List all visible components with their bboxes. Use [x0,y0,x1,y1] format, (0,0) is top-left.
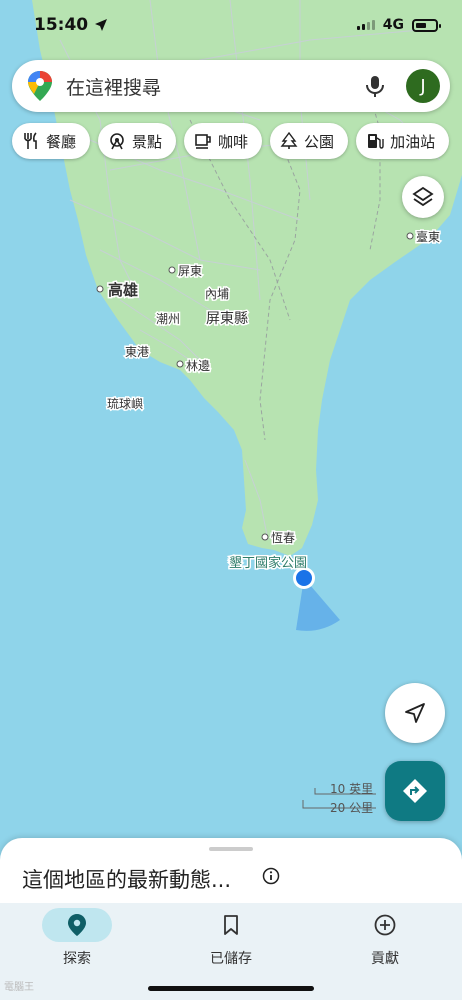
nav-explore-label: 探索 [63,951,91,967]
info-icon[interactable] [262,867,280,885]
layers-button[interactable] [402,176,444,218]
chip-label: 咖啡 [218,132,249,151]
status-time: 15:40 [34,15,89,35]
label-donggang[interactable]: 東港 [124,344,151,361]
status-time-group: 15:40 [34,15,108,35]
nav-contribute-label: 貢獻 [371,951,399,967]
label-chaozhou[interactable]: 潮州 [155,310,182,328]
category-chips: 餐廳 景點 咖啡 公園 加油站 [12,123,450,159]
label-kenting[interactable]: 墾丁國家公園 [228,554,309,572]
nav-saved-label: 已儲存 [210,951,252,967]
chip-attractions[interactable]: 景點 [98,123,177,159]
sheet-title: 這個地區的最新動態... [22,868,232,892]
layers-icon [412,186,434,207]
chip-gas-stations[interactable]: 加油站 [356,123,450,159]
label-pingtung-county[interactable]: 屏東縣 [205,309,250,328]
search-input[interactable]: 在這裡搜尋 [66,73,362,100]
nav-saved-pill [196,908,266,942]
search-bar[interactable]: 在這裡搜尋 J [12,60,450,112]
watermark: 電腦王 [4,982,34,993]
explore-pin-icon [68,914,86,936]
account-avatar[interactable]: J [406,69,440,103]
map-scale: 10 英里 20 公里 [300,780,380,820]
chip-restaurants[interactable]: 餐廳 [12,123,91,159]
nav-contribute-pill [350,908,420,942]
scale-metric: 20 公里 [330,801,374,815]
scale-imperial: 10 英里 [330,782,374,796]
tree-icon [280,132,298,149]
directions-icon [403,779,427,803]
chip-label: 公園 [304,132,335,151]
my-location-button[interactable] [385,683,445,743]
chip-parks[interactable]: 公園 [270,123,349,159]
add-circle-icon [374,914,396,936]
fork-knife-icon [24,132,37,149]
google-maps-pin-icon [28,71,52,101]
nav-explore-pill [42,908,112,942]
signal-icon [356,20,375,30]
chip-label: 加油站 [390,132,436,151]
label-kaohsiung[interactable]: 高雄 [107,280,140,301]
label-hengchun[interactable]: 恆春 [270,530,297,547]
nav-contribute[interactable]: 貢獻 [308,903,462,1000]
battery-icon [412,18,441,32]
bookmark-icon [224,915,238,935]
attraction-icon [110,133,124,150]
gas-station-icon [368,134,384,149]
location-arrow-icon [95,19,108,31]
status-right: 4G [356,17,441,33]
label-linbian[interactable]: 林邊 [185,358,212,375]
coffee-icon [195,134,211,149]
directions-button[interactable] [385,761,445,821]
status-bar: 15:40 4G [0,0,462,50]
mic-icon[interactable] [362,73,388,99]
label-neipu[interactable]: 內埔 [204,286,231,303]
label-taitung[interactable]: 臺東 [415,228,442,246]
network-type: 4G [382,17,404,33]
chip-label: 餐廳 [46,132,77,151]
navigation-arrow-icon [405,703,425,723]
label-pingtung-city[interactable]: 屏東 [177,263,204,280]
label-liuqiu[interactable]: 琉球嶼 [106,396,145,413]
sheet-drag-handle[interactable] [209,847,253,851]
bottom-sheet[interactable]: 這個地區的最新動態... [0,838,462,910]
home-indicator[interactable] [148,986,314,991]
chip-coffee[interactable]: 咖啡 [184,123,263,159]
chip-label: 景點 [132,132,163,151]
